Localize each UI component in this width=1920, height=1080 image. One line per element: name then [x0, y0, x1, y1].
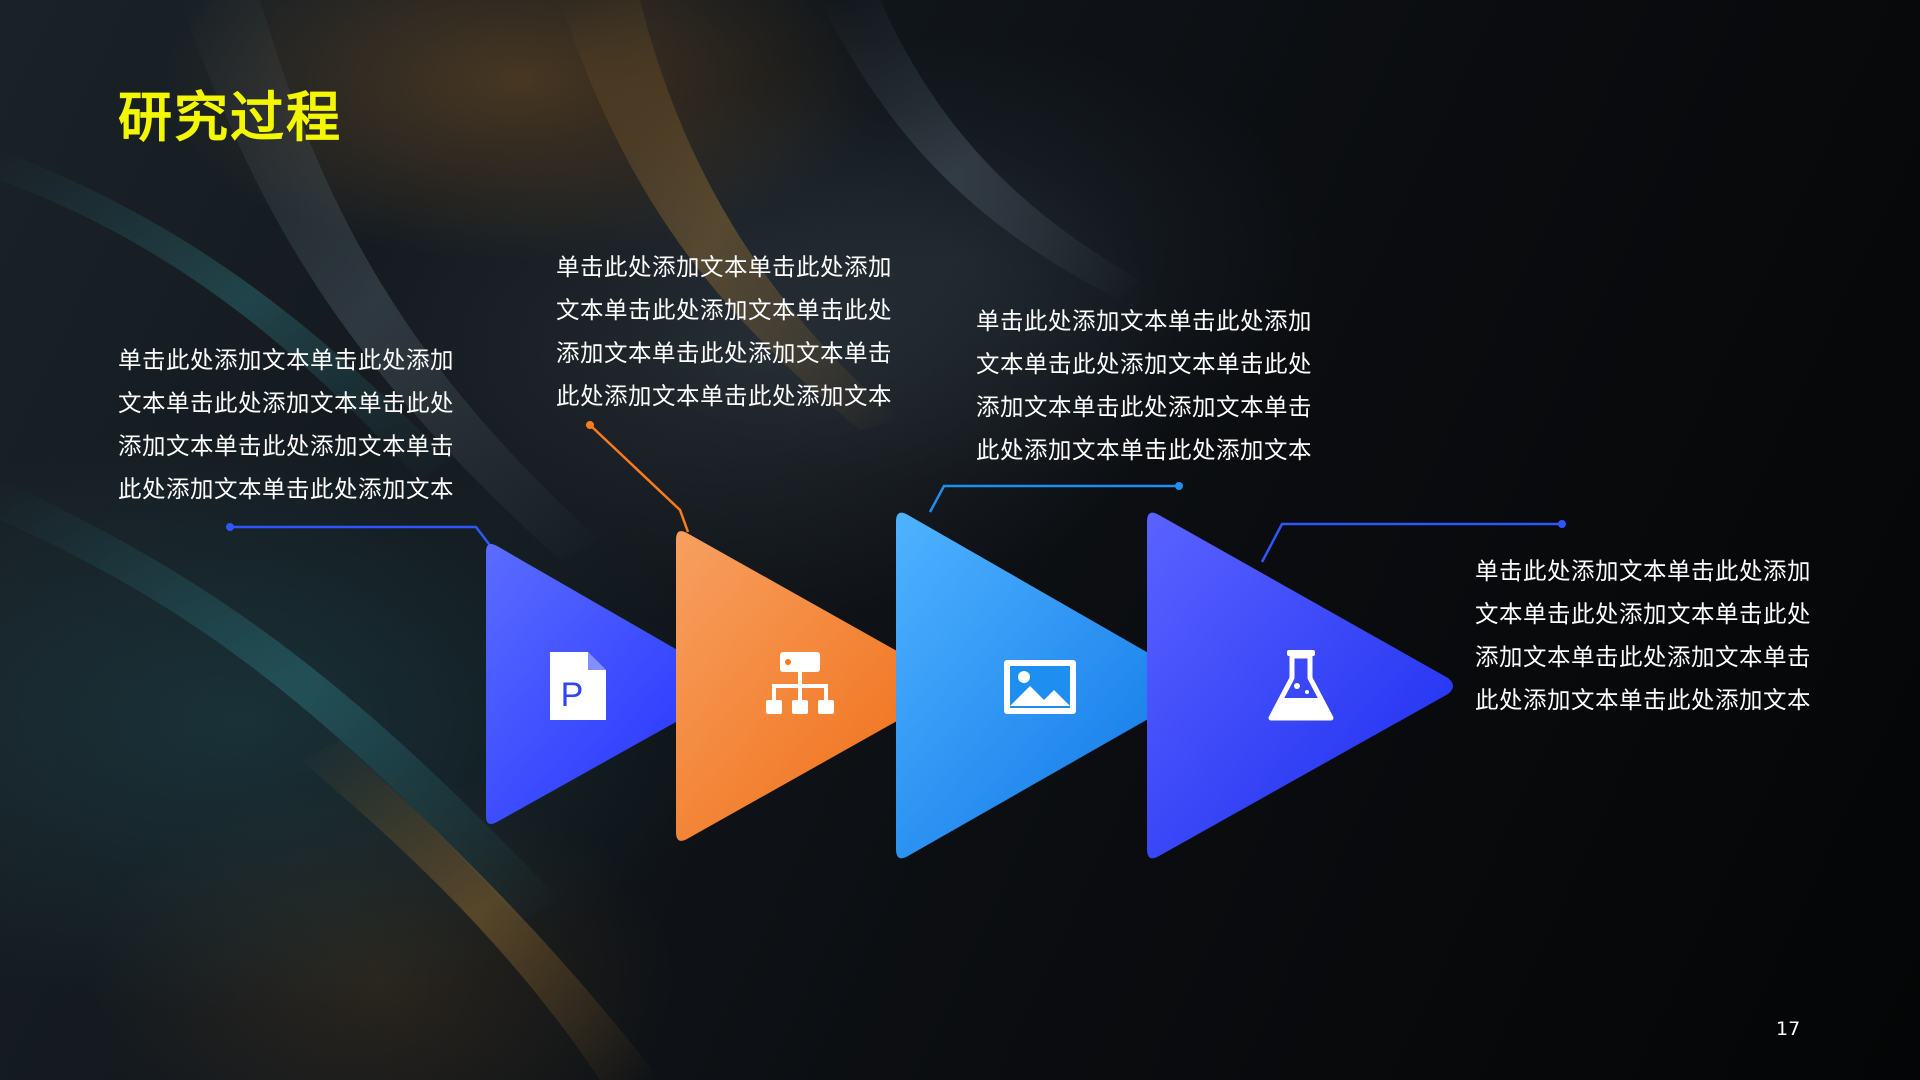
flask-icon [1261, 646, 1341, 726]
step-4-description: 单击此处添加文本单击此处添加文本单击此处添加文本单击此处添加文本单击此处添加文本… [1475, 557, 1811, 714]
page-number: 17 [1776, 1018, 1801, 1040]
slide: 研究过程 P 单击此处添加文本单击此处添加文本单击此处添加文本单击此处添加文本单… [0, 0, 1920, 1080]
connector-1 [226, 523, 493, 549]
step-1-description: 单击此处添加文本单击此处添加文本单击此处添加文本单击此处添加文本单击此处添加文本… [118, 346, 454, 503]
image-icon [1000, 646, 1080, 726]
svg-text:P: P [561, 676, 584, 714]
powerpoint-file-icon: P [540, 646, 620, 726]
connector-2 [586, 421, 690, 533]
step-2-description: 单击此处添加文本单击此处添加文本单击此处添加文本单击此处添加文本单击此处添加文本… [556, 253, 892, 410]
hierarchy-icon [760, 646, 840, 726]
step-3-description: 单击此处添加文本单击此处添加文本单击此处添加文本单击此处添加文本单击此处添加文本… [976, 307, 1312, 464]
connector-3 [928, 482, 1183, 513]
process-diagram [226, 421, 1566, 859]
